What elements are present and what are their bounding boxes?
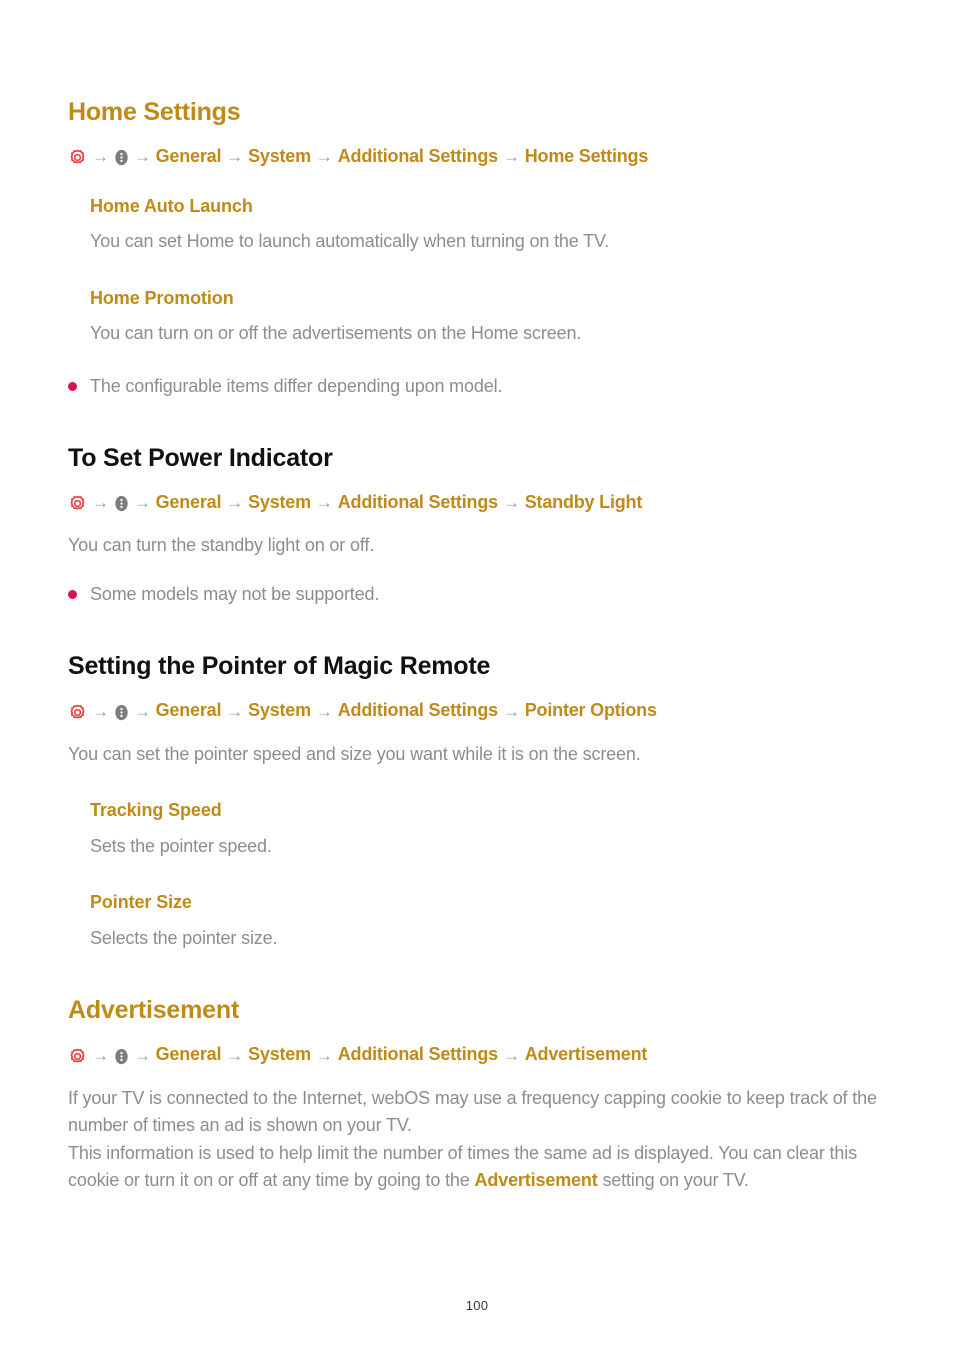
breadcrumb-item-system: System (248, 700, 311, 721)
section-title-to-set-power-indicator: To Set Power Indicator (68, 443, 333, 472)
breadcrumb-item-standby-light: Standby Light (524, 491, 643, 512)
breadcrumb-arrow-icon: → (92, 492, 109, 512)
settings-gear-icon (68, 1047, 87, 1066)
note-text: Some models may not be supported. (90, 584, 380, 605)
breadcrumb-home-settings: → → General → System → Additional Settin… (68, 146, 886, 168)
more-options-icon (114, 148, 129, 167)
breadcrumb-advertisement: → → General → System → Additional Settin… (68, 1044, 886, 1066)
section-title-setting-the-pointer-of-magic-remote: Setting the Pointer of Magic Remote (68, 652, 491, 681)
breadcrumb-arrow-icon: → (315, 492, 333, 512)
breadcrumb-arrow-icon: → (315, 701, 333, 721)
breadcrumb-item-general: General (155, 1044, 222, 1065)
bullet-dot-icon (68, 590, 77, 600)
breadcrumb-item-system: System (248, 1044, 311, 1065)
breadcrumb-arrow-icon: → (226, 147, 244, 167)
bullet-dot-icon (68, 381, 77, 391)
advertisement-inline-emphasis: Advertisement (474, 1169, 598, 1190)
more-options-icon (114, 703, 129, 722)
subsection-body-home-auto-launch: You can set Home to launch automatically… (90, 231, 610, 252)
section-body-advertisement-para-2: This information is used to help limit t… (68, 1140, 886, 1195)
section-body-pointer-options: You can set the pointer speed and size y… (68, 744, 641, 765)
subsection-body-pointer-size: Selects the pointer size. (90, 927, 278, 948)
breadcrumb-item-home-settings: Home Settings (524, 146, 649, 166)
breadcrumb-arrow-icon: → (502, 492, 520, 512)
page-number: 100 (465, 1298, 489, 1313)
subsection-heading-home-promotion: Home Promotion (90, 287, 234, 308)
breadcrumb-arrow-icon: → (133, 492, 151, 512)
section-body-advertisement-para-1: If your TV is connected to the Internet,… (68, 1087, 877, 1136)
breadcrumb-arrow-icon: → (92, 1045, 109, 1065)
breadcrumb-item-additional-settings: Additional Settings (337, 491, 498, 512)
breadcrumb-arrow-icon: → (133, 1045, 151, 1065)
more-options-icon (114, 494, 129, 513)
breadcrumb-arrow-icon: → (315, 147, 333, 167)
breadcrumb-item-general: General (155, 491, 222, 512)
breadcrumb-arrow-icon: → (226, 1045, 244, 1065)
breadcrumb-arrow-icon: → (92, 701, 109, 721)
breadcrumb-item-system: System (248, 491, 311, 512)
section-title-home-settings: Home Settings (68, 98, 241, 126)
document-page: Home Settings → → General → System → Add (0, 0, 954, 1351)
breadcrumb-arrow-icon: → (502, 147, 520, 167)
section-body-standby-light: You can turn the standby light on or off… (68, 535, 375, 556)
breadcrumb-standby-light: → → General → System → Additional Settin… (68, 492, 886, 514)
breadcrumb-item-advertisement: Advertisement (524, 1044, 648, 1065)
breadcrumb-pointer-options: → → General → System → Additional Settin… (68, 700, 886, 722)
note-text: The configurable items differ depending … (90, 375, 503, 396)
breadcrumb-arrow-icon: → (226, 492, 244, 512)
breadcrumb-item-pointer-options: Pointer Options (524, 700, 657, 721)
breadcrumb-arrow-icon: → (315, 1045, 333, 1065)
breadcrumb-arrow-icon: → (226, 701, 244, 721)
more-options-icon (114, 1047, 129, 1066)
breadcrumb-item-system: System (248, 146, 311, 166)
breadcrumb-item-additional-settings: Additional Settings (337, 700, 498, 721)
note-item: Some models may not be supported. (68, 581, 886, 608)
breadcrumb-arrow-icon: → (92, 147, 109, 167)
breadcrumb-arrow-icon: → (502, 701, 520, 721)
breadcrumb-arrow-icon: → (133, 147, 151, 167)
settings-gear-icon (68, 703, 87, 722)
settings-gear-icon (68, 148, 87, 167)
subsection-body-tracking-speed: Sets the pointer speed. (90, 836, 272, 856)
subsection-heading-home-auto-launch: Home Auto Launch (90, 195, 253, 216)
note-item: The configurable items differ depending … (68, 373, 886, 400)
subsection-body-home-promotion: You can turn on or off the advertisement… (90, 323, 582, 344)
breadcrumb-arrow-icon: → (502, 1045, 520, 1065)
breadcrumb-item-additional-settings: Additional Settings (337, 1044, 498, 1065)
breadcrumb-item-general: General (155, 700, 222, 721)
section-title-advertisement: Advertisement (68, 996, 240, 1025)
subsection-heading-pointer-size: Pointer Size (90, 892, 192, 913)
advertisement-para2-text-after: setting on your TV. (597, 1169, 749, 1190)
subsection-heading-tracking-speed: Tracking Speed (90, 800, 222, 821)
breadcrumb-item-general: General (155, 146, 222, 166)
breadcrumb-arrow-icon: → (133, 701, 151, 721)
settings-gear-icon (68, 494, 87, 513)
breadcrumb-item-additional-settings: Additional Settings (337, 146, 498, 166)
